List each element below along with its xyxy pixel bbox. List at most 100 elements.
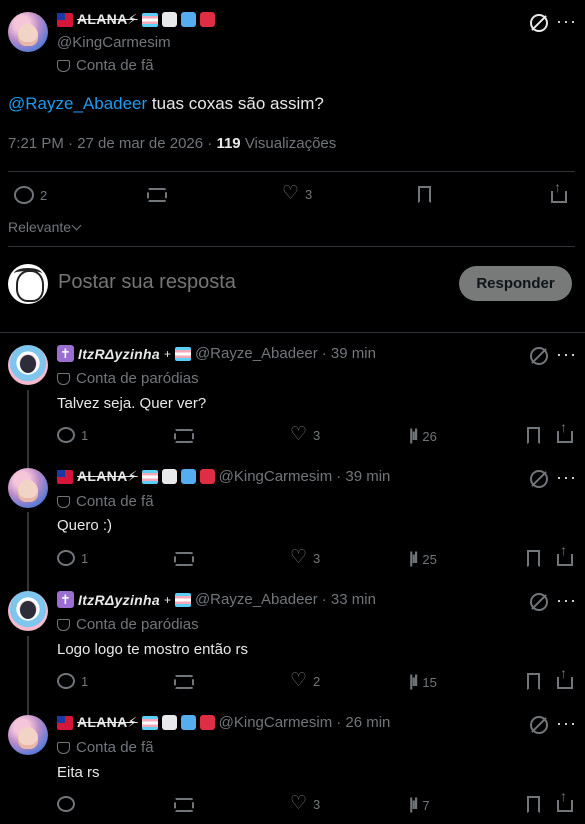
grok-icon[interactable] — [530, 347, 548, 365]
views-count: 15 — [422, 674, 437, 690]
bookmark-icon — [527, 550, 540, 567]
post-timestamp[interactable]: 7:21 PM · 27 de mar de 2026 · — [8, 135, 212, 152]
bookmark-button[interactable] — [527, 427, 540, 444]
like-button[interactable]: ♡ 2 — [290, 671, 320, 690]
like-count: 3 — [313, 796, 321, 812]
account-tag-label: Conta de fã — [76, 57, 154, 74]
reply-button[interactable]: 2 — [14, 186, 47, 204]
reply-count: 1 — [81, 427, 89, 443]
more-icon[interactable]: ··· — [556, 714, 577, 732]
grok-icon[interactable] — [530, 14, 548, 32]
more-icon[interactable]: ··· — [556, 468, 577, 486]
thread-line — [27, 512, 29, 592]
repost-icon — [174, 429, 194, 443]
reply-display-name[interactable]: ItzRΔyzinha — [78, 346, 160, 362]
views-button[interactable]: |ıl 25 — [409, 550, 437, 568]
thread-line — [27, 390, 29, 470]
reply-avatar[interactable] — [8, 715, 48, 755]
reply-button[interactable]: 1 — [57, 550, 88, 566]
respond-button[interactable]: Responder — [459, 266, 572, 301]
post-text: @Rayze_Abadeer tuas coxas são assim? — [8, 94, 324, 114]
reply-button[interactable] — [57, 796, 81, 812]
reply-handle[interactable]: @Rayze_Abadeer — [195, 591, 318, 608]
reply-text: Eita rs — [57, 764, 100, 781]
reply-text: Quero :) — [57, 517, 113, 534]
like-button[interactable]: ♡ 3 — [282, 184, 312, 203]
repost-icon — [147, 188, 167, 202]
reply-handle[interactable]: @Rayze_Abadeer — [195, 345, 318, 362]
share-button[interactable] — [557, 419, 573, 443]
views-icon: |ıl — [409, 427, 418, 444]
trans-flag-icon — [174, 346, 191, 361]
like-button[interactable]: ♡ 3 — [290, 547, 320, 568]
account-tag-label: Conta de fã — [76, 493, 154, 510]
grok-icon[interactable] — [530, 716, 548, 734]
like-icon: ♡ — [290, 547, 308, 568]
share-button[interactable] — [557, 542, 573, 566]
reply-avatar[interactable] — [8, 468, 48, 508]
like-button[interactable]: ♡ 3 — [290, 794, 321, 813]
like-button[interactable]: ♡ 3 — [290, 425, 320, 444]
repost-button[interactable] — [174, 552, 194, 566]
red-square-icon — [199, 469, 215, 484]
author-display-name[interactable]: ALANA⚡ — [77, 11, 138, 28]
more-icon[interactable]: ··· — [556, 12, 577, 30]
account-tag: Conta de fã — [57, 739, 154, 756]
parody-mask-icon — [57, 59, 70, 72]
reply-button[interactable]: 1 — [57, 673, 88, 689]
grok-icon[interactable] — [530, 470, 548, 488]
bookmark-button[interactable] — [527, 796, 540, 813]
reply-display-name[interactable]: ALANA⚡ — [77, 714, 138, 731]
reply-time[interactable]: · 33 min — [322, 591, 376, 608]
account-tag: Conta de fã — [57, 493, 154, 510]
bookmark-button[interactable] — [527, 550, 540, 567]
grok-icon[interactable] — [530, 593, 548, 611]
reply-avatar[interactable] — [8, 345, 48, 385]
reply-handle[interactable]: @KingCarmesim — [219, 468, 333, 485]
views-icon: |ıl — [409, 550, 418, 567]
sort-dropdown[interactable]: Relevante — [8, 219, 82, 235]
reply-handle[interactable]: @KingCarmesim — [219, 714, 333, 731]
share-button[interactable] — [557, 665, 573, 689]
trans-flag-icon — [174, 592, 191, 607]
reply-avatar[interactable] — [8, 591, 48, 631]
reply-time[interactable]: · 39 min — [336, 468, 390, 485]
views-icon: |ıl — [409, 673, 418, 690]
reply-button[interactable]: 1 — [57, 427, 88, 443]
repost-button[interactable] — [174, 798, 194, 812]
reply-text: Logo logo te mostro então rs — [57, 641, 248, 658]
bookmark-button[interactable] — [418, 186, 431, 203]
author-avatar[interactable] — [8, 12, 48, 52]
mention-link[interactable]: @Rayze_Abadeer — [8, 94, 147, 113]
reply-display-name[interactable]: ItzRΔyzinha — [78, 592, 160, 608]
repost-button[interactable] — [174, 429, 194, 443]
views-button[interactable]: |ıl 7 — [409, 796, 430, 814]
reply-count: 1 — [81, 673, 89, 689]
author-handle[interactable]: @KingCarmesim — [57, 34, 171, 51]
parody-mask-icon — [57, 495, 70, 508]
reply-input[interactable] — [58, 271, 438, 294]
reply-display-name[interactable]: ALANA⚡ — [77, 468, 138, 485]
repost-button[interactable] — [147, 188, 167, 202]
cross-icon: ✝ — [57, 345, 74, 362]
bookmark-icon — [527, 796, 540, 813]
author-name-row[interactable]: ALANA⚡ — [57, 11, 215, 28]
views-button[interactable]: |ıl 15 — [409, 673, 437, 691]
user-avatar[interactable] — [8, 264, 48, 304]
sparkle-icon: + — [163, 346, 171, 361]
share-button[interactable] — [557, 788, 573, 812]
more-icon[interactable]: ··· — [556, 345, 577, 363]
account-tag-label: Conta de paródias — [76, 370, 199, 387]
reply-time[interactable]: · 39 min — [322, 345, 376, 362]
repost-button[interactable] — [174, 675, 194, 689]
bookmark-button[interactable] — [527, 673, 540, 690]
views-button[interactable]: |ıl 26 — [409, 427, 437, 445]
share-button[interactable] — [551, 179, 567, 203]
reply-time[interactable]: · 26 min — [336, 714, 390, 731]
share-icon — [557, 665, 573, 689]
thread-line — [27, 636, 29, 716]
trans-flag-icon — [141, 715, 158, 730]
bookmark-icon — [527, 673, 540, 690]
white-square-icon — [161, 715, 177, 730]
more-icon[interactable]: ··· — [556, 591, 577, 609]
